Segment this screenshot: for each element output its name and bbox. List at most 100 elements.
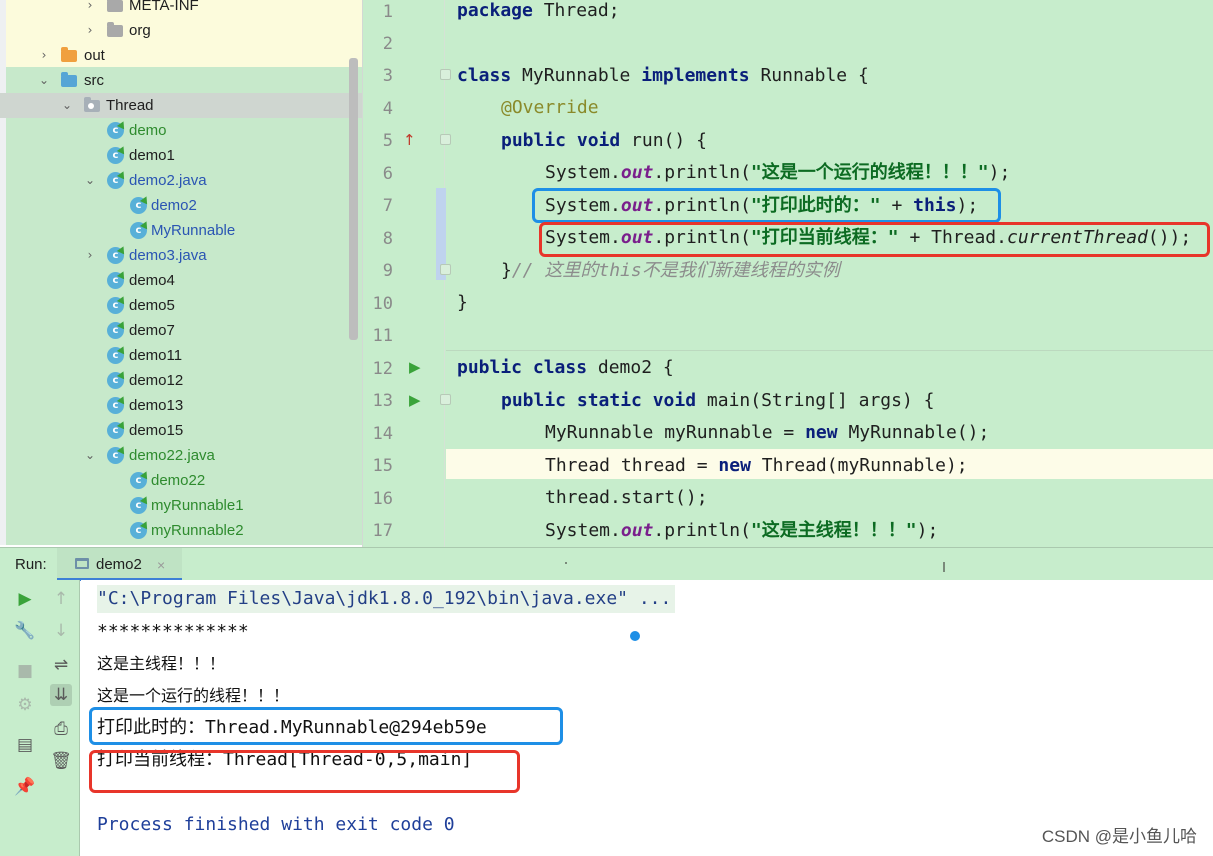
pin-icon[interactable]: 📌 [14,776,36,798]
java-class-icon: c [107,422,124,439]
fold-icon[interactable] [440,69,451,80]
code-editor[interactable]: 1 2 3 4 5 6 7 8 9 10 11 12 13 14 15 16 1… [362,0,1213,547]
tree-item-demo22-java[interactable]: ⌄ c demo22.java [0,443,362,468]
java-class-icon: c [107,372,124,389]
stop-icon[interactable]: ■ [14,660,36,682]
tree-item-demo7[interactable]: c demo7 [0,318,362,343]
code-line-13: public static void main(String[] args) { [501,390,935,411]
tree-item-demo4[interactable]: c demo4 [0,268,362,293]
tree-item-out[interactable]: › out [0,43,362,68]
method-separator [446,350,1213,351]
tree-item-thread[interactable]: ⌄ Thread [0,93,362,118]
tree-item-demo13[interactable]: c demo13 [0,393,362,418]
fold-icon[interactable] [440,264,451,275]
console-line: 这是主线程！！！ [97,654,226,673]
down-arrow-icon[interactable]: ↓ [50,620,72,642]
up-arrow-icon[interactable]: ↑ [50,588,72,610]
close-icon[interactable]: × [157,556,165,574]
line-number: 1 [382,2,393,22]
run-class-icon[interactable]: ▶ [409,358,421,376]
tree-item-myrunnable1[interactable]: c myRunnable1 [0,493,362,518]
line-number: 12 [372,359,393,379]
rerun-icon[interactable]: ▶ [14,588,36,610]
highlight-box-blue [89,707,563,745]
tree-item-demo2[interactable]: c demo2 [0,193,362,218]
run-main-icon[interactable]: ▶ [409,391,421,409]
console-line: 这是一个运行的线程！！！ [97,686,290,705]
wrench-icon[interactable]: 🔧 [14,620,36,642]
tree-item-label: META-INF [129,0,199,14]
tree-item-src[interactable]: ⌄ src [0,68,362,93]
scroll-to-end-icon[interactable]: ⇊ [50,684,72,706]
chevron-down-icon[interactable]: ⌄ [60,98,74,112]
console-line: ************** [97,621,249,642]
fold-icon[interactable] [440,394,451,405]
java-class-icon: c [130,197,147,214]
tree-item-label: demo13 [129,397,184,414]
code-line-6: System.out.println("这是一个运行的线程！！！"); [545,162,1011,183]
tree-item-label: Thread [106,97,154,114]
tree-item-label: demo4 [129,272,175,289]
trash-icon[interactable]: 🗑 [50,750,72,772]
tree-item-demo5[interactable]: c demo5 [0,293,362,318]
folder-icon [107,0,123,12]
highlight-box-blue [532,188,1001,223]
console-exit-line: Process finished with exit code 0 [97,814,455,835]
chevron-right-icon[interactable]: › [37,48,51,62]
code-line-15: Thread thread = new Thread(myRunnable); [545,455,968,476]
divider-dot [943,562,945,572]
tree-item-myrunnable2[interactable]: c myRunnable2 [0,518,362,543]
code-line-9: }// 这里的this不是我们新建线程的实例 [501,260,840,281]
chevron-right-icon[interactable]: › [83,23,97,37]
chevron-down-icon[interactable]: ⌄ [83,448,97,462]
soft-wrap-icon[interactable]: ⇌ [50,654,72,676]
fold-icon[interactable] [440,134,451,145]
tree-item-org[interactable]: › org [0,18,362,43]
chevron-right-icon[interactable]: › [83,0,97,12]
line-number: 10 [372,294,393,314]
debug-icon[interactable]: ⚙ [14,694,36,716]
line-number: 17 [372,521,393,541]
print-icon[interactable]: ⎙ [50,718,72,740]
java-class-icon: c [130,472,147,489]
tree-item-meta-inf[interactable]: › META-INF [0,0,362,18]
code-line-5: public void run() { [501,130,707,151]
tree-item-label: demo7 [129,322,175,339]
tree-item-demo22[interactable]: c demo22 [0,468,362,493]
run-tab-demo2[interactable]: demo2 × [57,548,182,581]
java-class-icon: c [107,272,124,289]
tree-item-demo3-java[interactable]: › c demo3.java [0,243,362,268]
java-class-icon: c [107,122,124,139]
tree-item-label: myRunnable2 [151,522,244,539]
tree-item-label: demo1 [129,147,175,164]
tree-item-label: demo2 [151,197,197,214]
tree-item-label: demo15 [129,422,184,439]
tree-item-label: MyRunnable [151,222,236,239]
java-file-icon: c [107,447,124,464]
code-line-4: @Override [501,97,599,118]
tree-item-demo1[interactable]: c demo1 [0,143,362,168]
line-number: 3 [382,66,393,86]
tree-item-myrunnable[interactable]: c MyRunnable [0,218,362,243]
code-line-16: thread.start(); [545,487,708,508]
tree-item-demo11[interactable]: c demo11 [0,343,362,368]
tree-item-demo2-java[interactable]: ⌄ c demo2.java [0,168,362,193]
tree-item-demo[interactable]: c demo [0,118,362,143]
line-number: 4 [382,99,393,119]
tree-scrollbar[interactable] [349,58,358,340]
override-arrow-icon[interactable]: ↑ [403,131,416,149]
tree-item-demo15[interactable]: c demo15 [0,418,362,443]
folder-icon [61,47,77,62]
chevron-down-icon[interactable]: ⌄ [37,73,51,87]
line-number: 7 [382,196,393,216]
chevron-down-icon[interactable]: ⌄ [83,173,97,187]
layout-icon[interactable]: ▤ [14,734,36,756]
run-toolbar: ▶ ↑ 🔧 ↓ ■ ⇌ ⚙ ⇊ ▤ ⎙ 🗑 📌 [0,580,80,856]
tree-item-demo12[interactable]: c demo12 [0,368,362,393]
tree-item-label: org [129,22,151,39]
divider-dot [565,562,567,564]
highlight-box-red [89,750,520,793]
chevron-right-icon[interactable]: › [83,248,97,262]
line-number: 16 [372,489,393,509]
console-output[interactable]: "C:\Program Files\Java\jdk1.8.0_192\bin\… [81,580,1213,856]
